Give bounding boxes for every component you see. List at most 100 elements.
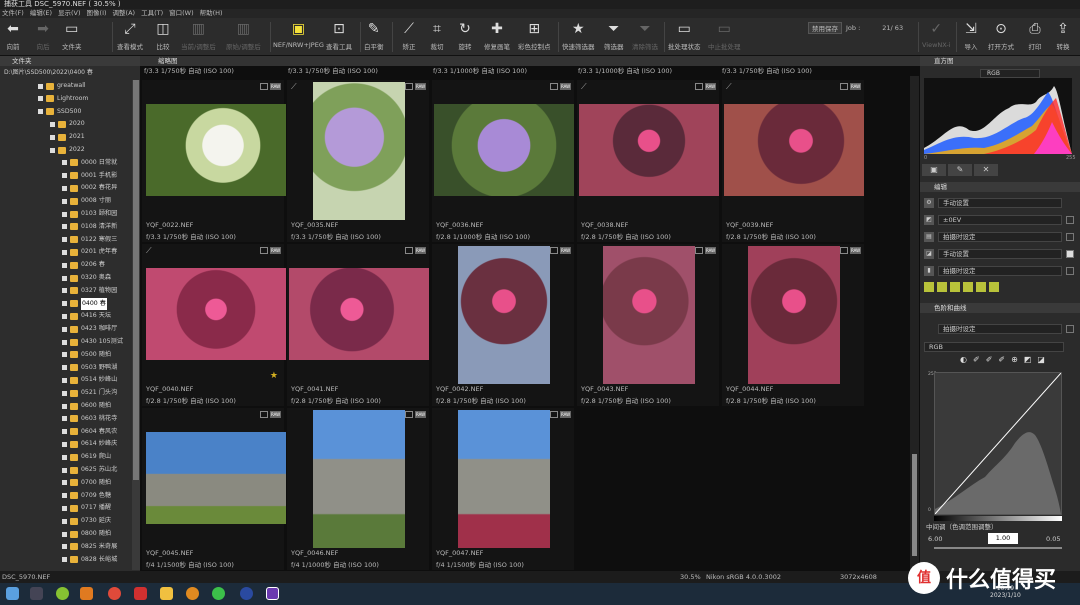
open-with-button[interactable]: ⊙ 打开方式 xyxy=(988,20,1014,54)
exposure-select[interactable]: ±0EV xyxy=(938,214,1062,225)
view-mode-button[interactable]: ⤢ 查看模式 xyxy=(117,20,143,54)
expand-toggle-icon[interactable] xyxy=(62,224,67,230)
back-button[interactable]: ⬅ 向前 xyxy=(4,20,22,54)
folder-tree-item[interactable]: 0320 奥森 xyxy=(62,272,111,284)
expand-toggle-icon[interactable] xyxy=(38,96,43,102)
tab-tools[interactable]: ✕ xyxy=(974,164,998,176)
expand-toggle-icon[interactable] xyxy=(62,237,67,243)
eyedropper-white-icon[interactable]: ✐ xyxy=(998,355,1005,364)
batch-status-button[interactable]: ▭ 批处理状态 xyxy=(668,20,701,54)
expand-toggle-icon[interactable] xyxy=(62,198,67,204)
folder-tree-item[interactable]: 0327 植物园 xyxy=(62,285,117,297)
thumbnail-cell[interactable]: RAW ⟋ ★ YQF_0040.NEF f/2.8 1/750秒 自动 (ISO 10… xyxy=(142,244,286,406)
thumbnail-cell[interactable]: RAW YQF_0043.NEF f/2.8 1/750秒 自动 (ISO 100) xyxy=(577,244,719,406)
folder-tree-item[interactable]: 0001 手机影 xyxy=(62,170,117,182)
folder-tree-item[interactable]: 2020 xyxy=(50,118,85,130)
expand-toggle-icon[interactable] xyxy=(62,467,67,473)
folder-tree-item[interactable]: 0730 延庆 xyxy=(62,515,111,527)
thumbnail-image[interactable] xyxy=(603,246,695,384)
taskview-icon[interactable] xyxy=(30,587,43,600)
midtone-input[interactable]: 1.00 xyxy=(988,533,1018,544)
quick-filter-button[interactable]: ★ 快速筛选器 xyxy=(562,20,595,54)
expand-toggle-icon[interactable] xyxy=(62,352,67,358)
folder-tree-item[interactable]: 0103 颐和园 xyxy=(62,208,117,220)
thumbnail-cell[interactable]: RAW YQF_0045.NEF f/4 1/1500秒 自动 (ISO 100) xyxy=(142,408,286,570)
folder-tree-item[interactable]: 0600 随拍 xyxy=(62,400,111,412)
folder-tree-item[interactable]: 0201 虎年春 xyxy=(62,246,117,258)
folder-tree-item[interactable]: 0206 春 xyxy=(62,259,105,271)
app-icon[interactable] xyxy=(134,587,147,600)
manual-checkbox[interactable] xyxy=(1066,249,1074,258)
tool-icon[interactable] xyxy=(989,282,999,292)
manual-select[interactable]: 手动设置 xyxy=(938,248,1062,259)
exposure-checkbox[interactable] xyxy=(1066,215,1074,224)
app-icon[interactable] xyxy=(186,587,199,600)
menu-image[interactable]: 图像(I) xyxy=(87,9,107,18)
rating-star-icon[interactable]: ★ xyxy=(270,371,278,381)
expand-toggle-icon[interactable] xyxy=(62,544,67,550)
thumbnail-image[interactable] xyxy=(748,246,840,384)
thumbnail-image[interactable] xyxy=(313,82,405,220)
midtone-slider[interactable] xyxy=(934,547,1062,549)
viewnx-button[interactable]: ✓ ViewNX-i xyxy=(922,20,951,54)
clear-filter-button[interactable]: ⏷ 清除筛选 xyxy=(632,20,658,54)
expand-toggle-icon[interactable] xyxy=(62,429,67,435)
levels-channel-select[interactable]: RGB xyxy=(924,341,1064,352)
app-icon[interactable] xyxy=(240,587,253,600)
folder-tree-item[interactable]: 0709 色糖 xyxy=(62,490,111,502)
thumbnail-image[interactable] xyxy=(146,432,286,524)
expand-toggle-icon[interactable] xyxy=(62,339,67,345)
folder-tree-item[interactable]: SSD500 xyxy=(38,106,81,118)
color-control-button[interactable]: ⊞ 彩色控制点 xyxy=(518,20,551,54)
expand-toggle-icon[interactable] xyxy=(62,160,67,166)
expand-toggle-icon[interactable] xyxy=(62,480,67,486)
stop-batch-button[interactable]: ▭ 中止批处理 xyxy=(708,20,741,54)
thumbnail-cell[interactable]: RAW YQF_0046.NEF f/4 1/1000秒 自动 (ISO 100) xyxy=(287,408,429,570)
menu-view[interactable]: 显示(V) xyxy=(58,9,81,18)
expand-toggle-icon[interactable] xyxy=(62,557,67,563)
thumbnail-image[interactable] xyxy=(724,104,864,196)
thumbnail-image[interactable] xyxy=(313,410,405,548)
thumbnail-image[interactable] xyxy=(289,268,429,360)
folder-tree-item[interactable]: 0828 长峪城 xyxy=(62,554,117,566)
menu-file[interactable]: 文件(F) xyxy=(2,9,24,18)
picture-checkbox[interactable] xyxy=(1066,232,1074,241)
tab-info[interactable]: ▣ xyxy=(922,164,946,176)
expand-toggle-icon[interactable] xyxy=(62,326,67,332)
thumbnail-cell[interactable]: RAW YQF_0041.NEF f/2.8 1/750秒 自动 (ISO 100) xyxy=(287,244,429,406)
levels-checkbox[interactable] xyxy=(1066,324,1074,333)
folder-tree-item[interactable]: Lightroom xyxy=(38,93,88,105)
thumbnail-cell[interactable]: RAW YQF_0047.NEF f/4 1/1500秒 自动 (ISO 100) xyxy=(432,408,574,570)
folder-tree-item[interactable]: 0423 咖啡厅 xyxy=(62,323,117,335)
folder-tree-item[interactable]: greatwall xyxy=(38,80,86,92)
folder-tree-item[interactable]: 0400 春 xyxy=(62,297,107,310)
expand-toggle-icon[interactable] xyxy=(38,83,43,89)
folder-tree-item[interactable]: 0503 野鸭湖 xyxy=(62,362,117,374)
thumbnail-cell[interactable]: RAW YQF_0036.NEF f/2.8 1/1000秒 自动 (ISO 100… xyxy=(432,80,574,242)
app-icon[interactable] xyxy=(80,587,93,600)
thumbnail-image[interactable] xyxy=(146,268,286,360)
print-button[interactable]: ⎙ 打印 xyxy=(1026,20,1044,54)
expand-toggle-icon[interactable] xyxy=(62,288,67,294)
expand-toggle-icon[interactable] xyxy=(62,377,67,383)
expand-toggle-icon[interactable] xyxy=(62,493,67,499)
folder-tree-item[interactable]: 0700 随拍 xyxy=(62,477,111,489)
folder-tree-item[interactable]: 0514 妙峰山 xyxy=(62,374,117,386)
expand-toggle-icon[interactable] xyxy=(50,134,55,140)
chrome-icon[interactable] xyxy=(108,587,121,600)
tool-icon[interactable] xyxy=(924,282,934,292)
eyedropper-black-icon[interactable]: ✐ xyxy=(973,355,980,364)
straighten-button[interactable]: ⟋ 矫正 xyxy=(400,20,418,54)
expand-toggle-icon[interactable] xyxy=(38,109,43,115)
folder-path[interactable]: D:\图片\SSD500\2022\0400 春 xyxy=(0,68,140,77)
thumbnail-cell[interactable]: RAW ⟋ YQF_0039.NEF f/2.8 1/750秒 自动 (ISO 100… xyxy=(722,80,864,242)
save-toggle[interactable]: 禁用保存 xyxy=(808,22,842,34)
expand-toggle-icon[interactable] xyxy=(62,301,67,307)
expand-toggle-icon[interactable] xyxy=(62,505,67,511)
folder-tree-item[interactable]: 0619 爬山 xyxy=(62,451,111,463)
app-icon[interactable] xyxy=(56,587,69,600)
filter-button[interactable]: ⏷ 筛选器 xyxy=(604,20,624,54)
tool-icon[interactable] xyxy=(937,282,947,292)
menu-adjust[interactable]: 调整(A) xyxy=(113,9,136,18)
folder-button[interactable]: ▭ 文件夹 xyxy=(62,20,82,54)
